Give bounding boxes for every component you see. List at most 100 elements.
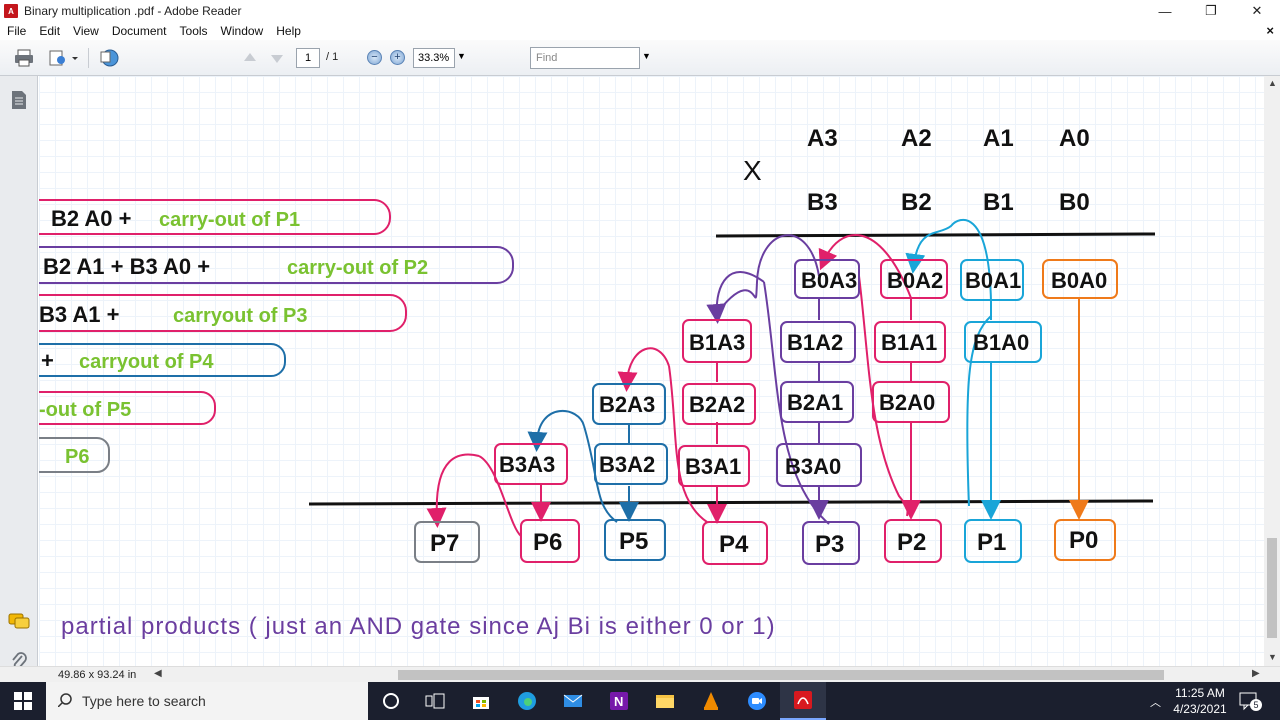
store-icon[interactable] <box>458 682 504 720</box>
clock-date: 4/23/2021 <box>1173 702 1227 716</box>
handwritten-diagram: B2 A0 + carry-out of P1 B2 A1 + B3 A0 + … <box>39 125 1156 640</box>
pp-b3a1: B3A1 <box>685 454 741 479</box>
menu-bar: File Edit View Document Tools Window Hel… <box>0 22 1280 40</box>
task-view-icon[interactable] <box>412 682 458 720</box>
taskbar-search-box[interactable]: Type here to search <box>46 682 368 720</box>
comment-icon[interactable] <box>8 612 30 635</box>
zoom-app-icon[interactable] <box>734 682 780 720</box>
zoom-level-input[interactable]: 33.3% <box>413 48 455 68</box>
left-equations: B2 A0 + carry-out of P1 B2 A1 + B3 A0 + … <box>39 199 514 473</box>
page-number-input[interactable]: 1 <box>296 48 320 68</box>
horizontal-scroll-thumb[interactable] <box>398 670 1164 680</box>
zoom-out-button[interactable]: − <box>367 50 382 65</box>
b3-label: B3 <box>807 189 838 216</box>
scroll-up-icon[interactable]: ▲ <box>1268 78 1277 88</box>
pdf-document-page[interactable]: B2 A0 + carry-out of P1 B2 A1 + B3 A0 + … <box>39 76 1264 666</box>
adobe-reader-taskbar-icon[interactable] <box>780 682 826 720</box>
search-placeholder: Type here to search <box>82 693 206 709</box>
menu-view[interactable]: View <box>66 24 105 38</box>
output-p3: P3 <box>815 531 844 558</box>
output-p5: P5 <box>619 528 648 555</box>
output-p6: P6 <box>533 529 562 556</box>
equation-3-carry: carryout of P3 <box>173 305 307 327</box>
zoom-in-button[interactable]: + <box>390 50 405 65</box>
equation-4-main: + <box>41 348 54 373</box>
pages-panel-icon[interactable] <box>10 90 28 115</box>
mail-icon[interactable] <box>550 682 596 720</box>
previous-page-icon[interactable] <box>240 48 260 68</box>
close-window-button[interactable]: ✕ <box>1234 0 1280 22</box>
scroll-left-icon[interactable]: ◀ <box>154 668 162 679</box>
output-p7: P7 <box>430 530 459 557</box>
toolbar <box>0 40 1280 76</box>
close-document-button[interactable]: × <box>1266 23 1274 38</box>
pp-b0a2: B0A2 <box>887 268 943 293</box>
multiply-sign: X <box>743 155 762 186</box>
menu-document[interactable]: Document <box>105 24 173 38</box>
collaborate-icon[interactable] <box>98 48 122 68</box>
caption-text: partial products ( just an AND gate sinc… <box>61 613 776 640</box>
b0-label: B0 <box>1059 189 1090 216</box>
equation-3-main: B3 A1 + <box>39 302 120 327</box>
vertical-scroll-thumb[interactable] <box>1267 538 1277 638</box>
a3-label: A3 <box>807 125 838 152</box>
pp-b0a3: B0A3 <box>801 268 857 293</box>
notification-icon[interactable]: 5 <box>1238 691 1262 711</box>
page-size-label: 49.86 x 93.24 in <box>58 669 137 681</box>
zoom-dropdown-icon[interactable]: ▼ <box>457 51 466 61</box>
tray-chevron-icon[interactable]: ︿ <box>1150 694 1161 710</box>
find-dropdown-icon[interactable]: ▼ <box>642 51 651 61</box>
print-icon[interactable] <box>14 48 34 68</box>
output-p2: P2 <box>897 529 926 556</box>
vertical-scrollbar[interactable]: ▲ ▼ <box>1264 76 1280 666</box>
next-page-icon[interactable] <box>267 48 287 68</box>
pp-b0a0: B0A0 <box>1051 268 1107 293</box>
pp-b3a0: B3A0 <box>785 454 841 479</box>
find-input[interactable]: Find <box>530 47 640 69</box>
clock-time: 11:25 AM <box>1175 686 1225 700</box>
scroll-right-icon[interactable]: ▶ <box>1252 668 1260 679</box>
taskbar-clock[interactable]: 11:25 AM 4/23/2021 <box>1170 685 1230 717</box>
search-icon <box>57 692 72 710</box>
file-explorer-icon[interactable] <box>642 682 688 720</box>
menu-file[interactable]: File <box>0 24 32 38</box>
menu-tools[interactable]: Tools <box>173 24 214 38</box>
windows-taskbar: Type here to search N ︿ 11:25 AM 4/23/20… <box>0 682 1280 720</box>
b2-label: B2 <box>901 189 932 216</box>
pp-b2a2: B2A2 <box>689 392 745 417</box>
edge-icon[interactable] <box>504 682 550 720</box>
pp-b1a2: B1A2 <box>787 330 843 355</box>
pp-b3a2: B3A2 <box>599 452 655 477</box>
cortana-icon[interactable] <box>368 682 414 720</box>
pdf-icon: A <box>4 4 18 18</box>
scroll-down-icon[interactable]: ▼ <box>1268 652 1277 662</box>
menu-window[interactable]: Window <box>214 24 270 38</box>
window-title: Binary multiplication .pdf - Adobe Reade… <box>24 4 242 18</box>
status-bar: 49.86 x 93.24 in ◀ ▶ <box>0 666 1280 682</box>
b1-label: B1 <box>983 189 1014 216</box>
equation-5-carry: -out of P5 <box>39 399 131 421</box>
output-p0: P0 <box>1069 527 1098 554</box>
output-p4: P4 <box>719 531 749 558</box>
equation-1-carry: carry-out of P1 <box>159 209 300 231</box>
pp-b3a3: B3A3 <box>499 452 555 477</box>
equation-1-main: B2 A0 + <box>51 206 132 231</box>
save-share-icon[interactable] <box>48 48 78 68</box>
output-p1: P1 <box>977 529 1006 556</box>
equation-2-main: B2 A1 + B3 A0 + <box>43 254 210 279</box>
notification-count: 5 <box>1250 699 1262 711</box>
vlc-icon[interactable] <box>688 682 734 720</box>
a2-label: A2 <box>901 125 932 152</box>
menu-edit[interactable]: Edit <box>32 24 66 38</box>
minimize-button[interactable]: — <box>1142 0 1188 22</box>
navigation-pane <box>0 76 38 670</box>
menu-help[interactable]: Help <box>269 24 307 38</box>
restore-button[interactable]: ❐ <box>1188 0 1234 22</box>
pp-b0a1: B0A1 <box>965 268 1021 293</box>
equation-2-carry: carry-out of P2 <box>287 257 428 279</box>
windows-start-icon[interactable] <box>0 682 46 720</box>
a1-label: A1 <box>983 125 1014 152</box>
pp-b1a0: B1A0 <box>973 330 1029 355</box>
onenote-icon[interactable]: N <box>596 682 642 720</box>
pp-b2a3: B2A3 <box>599 392 655 417</box>
